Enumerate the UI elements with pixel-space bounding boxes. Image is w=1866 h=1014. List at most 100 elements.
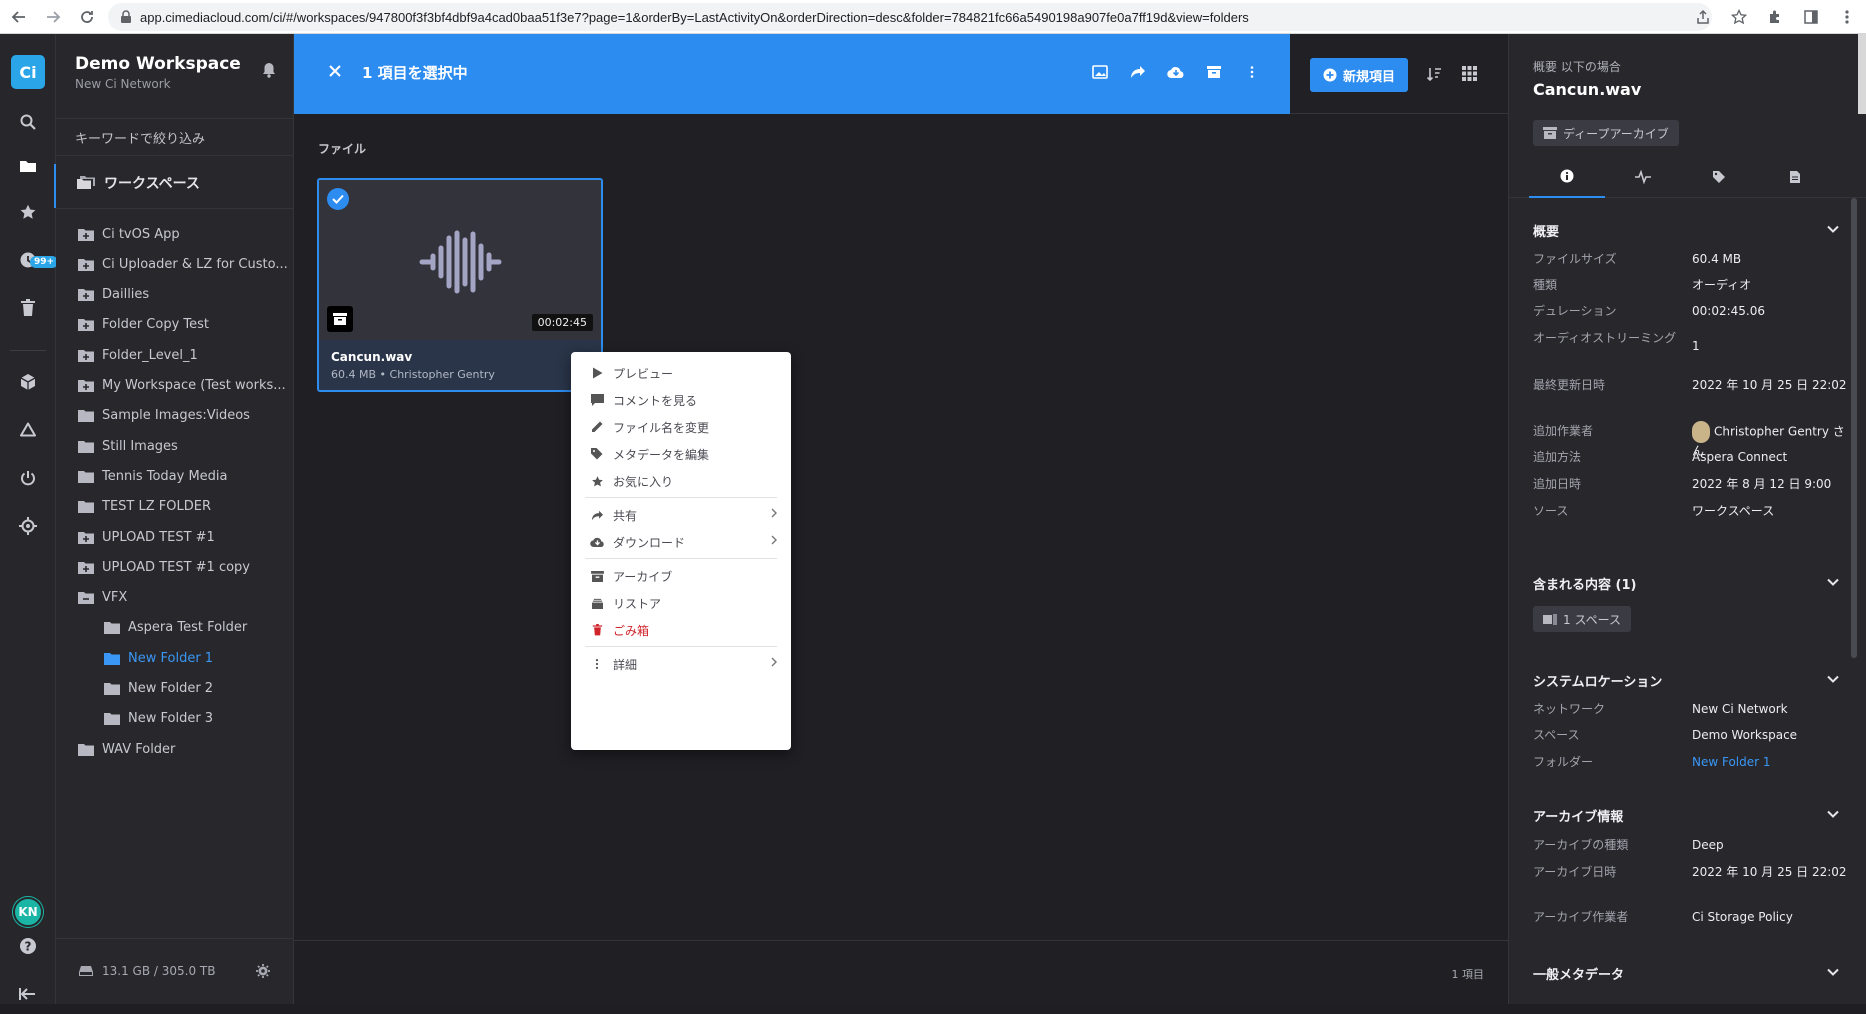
grid-view-icon[interactable] xyxy=(1462,66,1477,81)
detail-label: 追加方法 xyxy=(1533,450,1582,464)
keyword-filter-input[interactable]: キーワードで絞り込み xyxy=(56,118,294,156)
page-scrollbar[interactable] xyxy=(1858,34,1866,114)
sort-icon[interactable] xyxy=(1426,66,1442,82)
tab-tags[interactable] xyxy=(1681,156,1757,198)
file-name[interactable]: Cancun.wav xyxy=(331,350,589,364)
detail-value-text: 00:02:45.06 xyxy=(1692,304,1765,318)
close-selection-icon[interactable] xyxy=(328,64,342,78)
detail-value: 1 xyxy=(1692,338,1852,355)
rail-collapse-icon[interactable] xyxy=(0,974,56,1014)
folder-plus-icon xyxy=(78,531,94,544)
context-menu-item[interactable]: ダウンロード xyxy=(571,527,791,557)
browser-menu-icon[interactable] xyxy=(1834,4,1860,30)
rail-folder-icon[interactable] xyxy=(0,146,56,186)
context-menu-item[interactable]: 詳細 xyxy=(571,649,791,679)
sidebar-folder-item[interactable]: Still Images xyxy=(56,431,294,461)
sidebar-folder-item[interactable]: Ci Uploader & LZ for Custo... xyxy=(56,249,294,279)
detail-value[interactable]: New Folder 1 xyxy=(1692,754,1852,771)
details-section-heading[interactable]: アーカイブ情報 xyxy=(1533,806,1623,825)
details-section-heading[interactable]: 含まれる内容 (1) xyxy=(1533,574,1636,593)
tab-activity[interactable] xyxy=(1605,156,1681,198)
sidebar-folder-item[interactable]: Folder_Level_1 xyxy=(56,340,294,370)
restore-icon xyxy=(589,598,605,609)
sidebar-folder-item[interactable]: UPLOAD TEST #1 xyxy=(56,522,294,552)
sidebar-folder-item[interactable]: New Folder 3 xyxy=(56,704,294,734)
details-section-heading[interactable]: 一般メタデータ xyxy=(1533,964,1624,983)
rail-target-icon[interactable] xyxy=(0,506,56,546)
main-content: ファイル 00:02:45 Cancun.wav 60.4 MB • Chris… xyxy=(294,114,1508,1004)
bookmark-star-icon[interactable] xyxy=(1726,4,1752,30)
forward-icon[interactable] xyxy=(38,2,68,32)
chevron-down-icon[interactable] xyxy=(1827,810,1839,818)
rail-search-icon[interactable] xyxy=(0,102,56,142)
sidepanel-icon[interactable] xyxy=(1798,4,1824,30)
sidebar-folder-item[interactable]: Folder Copy Test xyxy=(56,310,294,340)
sidebar-folder-item[interactable]: VFX xyxy=(56,583,294,613)
user-avatar[interactable]: KN xyxy=(13,897,43,927)
new-item-button[interactable]: 新規項目 xyxy=(1310,58,1408,92)
context-menu-item[interactable]: 共有 xyxy=(571,500,791,530)
address-bar[interactable]: app.cimediacloud.com/ci/#/workspaces/947… xyxy=(108,3,1712,31)
reload-icon[interactable] xyxy=(72,2,102,32)
context-menu-item[interactable]: アーカイブ xyxy=(571,561,791,591)
context-menu-label: ファイル名を変更 xyxy=(613,420,710,435)
sidebar-folder-item[interactable]: WAV Folder xyxy=(56,734,294,764)
sidebar-folder-item[interactable]: Daillies xyxy=(56,280,294,310)
sidebar-folder-item[interactable]: TEST LZ FOLDER xyxy=(56,492,294,522)
sidebar-folder-item[interactable]: Tennis Today Media xyxy=(56,461,294,491)
sidebar-folder-item[interactable]: Aspera Test Folder xyxy=(56,613,294,643)
checkmark-icon[interactable] xyxy=(327,188,349,210)
rail-box-icon[interactable] xyxy=(0,362,56,402)
context-menu-item[interactable]: お気に入り xyxy=(571,466,791,496)
sidebar-folder-label: Ci Uploader & LZ for Custo... xyxy=(102,256,288,272)
share-icon[interactable] xyxy=(1128,60,1148,84)
chevron-down-icon[interactable] xyxy=(1827,225,1839,233)
rail-triangle-icon[interactable] xyxy=(0,410,56,450)
sidebar-folder-item[interactable]: New Folder 2 xyxy=(56,674,294,704)
image-icon[interactable] xyxy=(1090,60,1110,84)
rail-trash-icon[interactable] xyxy=(0,288,56,328)
workspace-title[interactable]: Demo Workspace xyxy=(75,54,241,74)
chevron-down-icon[interactable] xyxy=(1827,675,1839,683)
context-menu-item[interactable]: コメントを見る xyxy=(571,385,791,415)
sidebar-folder-item[interactable]: UPLOAD TEST #1 copy xyxy=(56,552,294,582)
context-menu-item[interactable]: リストア xyxy=(571,588,791,618)
chevron-down-icon[interactable] xyxy=(1827,578,1839,586)
sidebar-folder-item[interactable]: My Workspace (Test works... xyxy=(56,371,294,401)
sidebar-folder-label: TEST LZ FOLDER xyxy=(102,499,211,515)
file-thumbnail[interactable]: 00:02:45 xyxy=(319,180,601,340)
extensions-icon[interactable] xyxy=(1762,4,1788,30)
rail-divider xyxy=(10,350,46,351)
chevron-down-icon[interactable] xyxy=(1827,968,1839,976)
rail-star-icon[interactable] xyxy=(0,192,56,232)
context-menu-item[interactable]: ファイル名を変更 xyxy=(571,412,791,442)
tab-info[interactable] xyxy=(1529,156,1605,198)
sidebar-folder-item[interactable]: Ci tvOS App xyxy=(56,219,294,249)
context-menu-item[interactable]: ごみ箱 xyxy=(571,615,791,645)
share-page-icon[interactable] xyxy=(1690,4,1716,30)
folder-icon xyxy=(104,712,120,726)
bell-icon[interactable] xyxy=(262,62,276,78)
rail-help-icon[interactable]: ? xyxy=(0,926,56,966)
more-vertical-icon[interactable] xyxy=(1242,60,1262,84)
tab-document[interactable] xyxy=(1757,156,1833,198)
document-icon xyxy=(1789,170,1801,184)
details-section-heading[interactable]: システムロケーション xyxy=(1533,671,1662,690)
sidebar-folder-item[interactable]: New Folder 1 xyxy=(56,643,294,673)
details-tabs xyxy=(1509,156,1866,198)
workspace-root[interactable]: ワークスペース xyxy=(56,157,294,209)
gear-icon[interactable] xyxy=(256,964,270,978)
selection-bar: 1 項目を選択中 xyxy=(294,34,1290,114)
rail-power-icon[interactable] xyxy=(0,458,56,498)
sidebar-folder-item[interactable]: Sample Images:Videos xyxy=(56,401,294,431)
ci-logo[interactable]: Ci xyxy=(11,55,45,89)
space-count-badge[interactable]: 1 スペース xyxy=(1533,606,1632,632)
folders-icon xyxy=(76,175,96,191)
cloud-download-icon[interactable] xyxy=(1166,60,1186,84)
context-menu-item[interactable]: プレビュー xyxy=(571,358,791,388)
file-card[interactable]: 00:02:45 Cancun.wav 60.4 MB • Christophe… xyxy=(317,178,603,392)
context-menu-item[interactable]: メタデータを編集 xyxy=(571,439,791,469)
details-section-heading[interactable]: 概要 xyxy=(1533,221,1559,240)
back-icon[interactable] xyxy=(4,2,34,32)
archive-icon[interactable] xyxy=(1204,60,1224,84)
